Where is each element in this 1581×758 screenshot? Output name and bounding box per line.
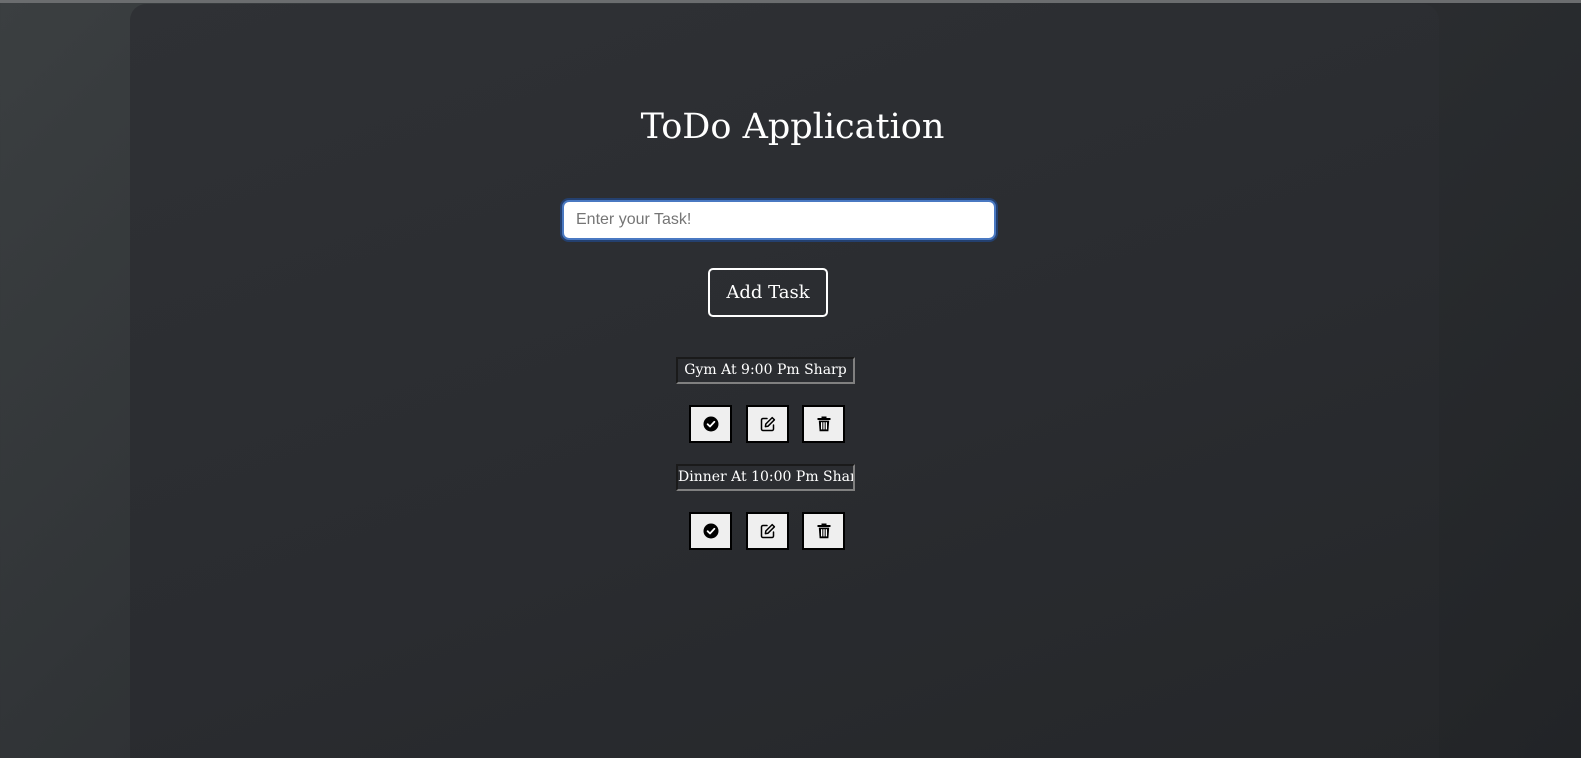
- edit-icon: [760, 523, 775, 539]
- edit-icon: [760, 416, 775, 432]
- complete-task-button[interactable]: [689, 405, 732, 443]
- task-item-text[interactable]: Dinner At 10:00 Pm Sharp: [676, 464, 855, 491]
- check-circle-icon: [703, 523, 718, 539]
- trash-icon: [817, 416, 830, 432]
- task-item-text[interactable]: Gym At 9:00 Pm Sharp: [676, 357, 855, 384]
- trash-icon: [817, 523, 830, 539]
- delete-task-button[interactable]: [802, 512, 845, 550]
- page-title: ToDo Application: [640, 107, 945, 147]
- task-input[interactable]: [562, 200, 996, 240]
- add-task-button[interactable]: Add Task: [708, 268, 828, 317]
- complete-task-button[interactable]: [689, 512, 732, 550]
- todo-card: ToDo Application Add Task Gym At 9:00 Pm…: [130, 4, 1439, 758]
- edit-task-button[interactable]: [746, 405, 789, 443]
- delete-task-button[interactable]: [802, 405, 845, 443]
- check-circle-icon: [703, 416, 718, 432]
- edit-task-button[interactable]: [746, 512, 789, 550]
- window-top-border: [0, 0, 1581, 3]
